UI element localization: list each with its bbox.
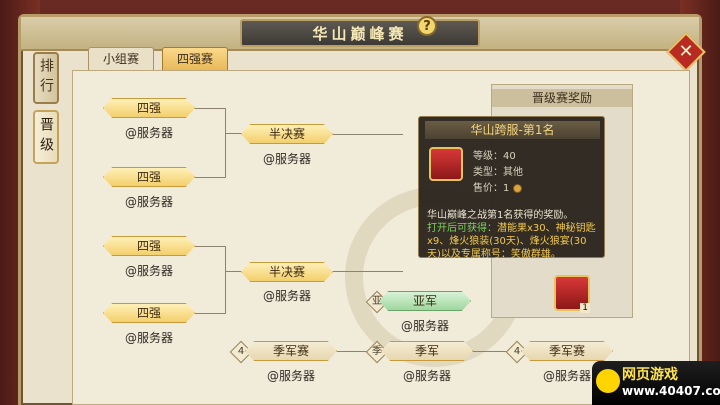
connector-line xyxy=(195,108,225,109)
connector-line xyxy=(225,246,226,314)
title-bar: 华山巅峰赛 xyxy=(21,17,699,51)
reward-chest-count: 1 xyxy=(580,303,590,313)
side-tab-ranking-label: 排行 xyxy=(38,58,54,98)
connector-line xyxy=(473,351,507,352)
connector-line xyxy=(333,134,403,135)
side-tab-promotion[interactable]: 晋级 xyxy=(33,110,59,164)
third-place-server: @服务器 xyxy=(402,369,451,383)
tab-bar: 小组赛 四强赛 xyxy=(88,47,229,71)
quarter-node-3[interactable]: 四强 xyxy=(103,236,195,256)
semi-node-2[interactable]: 半决赛 xyxy=(241,262,333,282)
quarter-server-3: @服务器 xyxy=(124,264,173,278)
reward-panel-title: 晋级赛奖励 xyxy=(492,89,632,107)
title-plate: 华山巅峰赛 xyxy=(240,19,480,47)
tooltip-type: 类型：其他 xyxy=(473,167,523,178)
logo-line2: www.40407.com xyxy=(622,384,720,398)
coin-icon xyxy=(512,183,522,193)
third-place-node[interactable]: 季军 xyxy=(381,341,473,361)
quarter-node-4[interactable]: 四强 xyxy=(103,303,195,323)
site-logo: 网页游戏 www.40407.com xyxy=(592,361,720,405)
tooltip-level: 等级：40 xyxy=(473,151,516,162)
side-tab-promotion-label: 晋级 xyxy=(38,117,54,157)
quarter-server-2: @服务器 xyxy=(124,195,173,209)
third-place-match-left[interactable]: 季军赛 xyxy=(245,341,337,361)
connector-line xyxy=(225,133,241,134)
item-tooltip: 华山跨服-第1名 等级：40 类型：其他 售价：1 华山巅峰之战第1名获得的奖励… xyxy=(418,116,605,260)
help-icon[interactable]: ? xyxy=(417,16,437,36)
logo-line1: 网页游戏 xyxy=(622,367,678,383)
side-tab-ranking[interactable]: 排行 xyxy=(33,52,59,104)
tooltip-title: 华山跨服-第1名 xyxy=(425,121,600,139)
connector-line xyxy=(225,271,241,272)
semi-server-1: @服务器 xyxy=(262,152,311,166)
tab-group-stage[interactable]: 小组赛 xyxy=(88,47,155,71)
third-place-match-left-server: @服务器 xyxy=(266,369,315,383)
runner-up-server: @服务器 xyxy=(400,319,449,333)
connector-line xyxy=(195,246,225,247)
runner-up-node[interactable]: 亚军 xyxy=(379,291,471,311)
reward-chest-icon[interactable]: 1 xyxy=(554,275,590,313)
quarter-server-4: @服务器 xyxy=(124,331,173,345)
quarter-server-1: @服务器 xyxy=(124,126,173,140)
window-title: 华山巅峰赛 xyxy=(312,24,408,43)
connector-line xyxy=(195,177,225,178)
quarter-node-1[interactable]: 四强 xyxy=(103,98,195,118)
tooltip-price: 售价：1 xyxy=(473,179,522,194)
close-icon: ✕ xyxy=(678,41,694,62)
tooltip-description: 华山巅峰之战第1名获得的奖励。 打开后可获得：潜能果x30、神秘钥匙x9、烽火狼… xyxy=(427,210,596,260)
third-place-match-right[interactable]: 季军赛 xyxy=(521,341,613,361)
connector-line xyxy=(333,271,403,272)
connector-line xyxy=(195,313,225,314)
tooltip-chest-icon xyxy=(429,147,463,181)
tab-top-four[interactable]: 四强赛 xyxy=(162,47,229,71)
quarter-node-2[interactable]: 四强 xyxy=(103,167,195,187)
semi-server-2: @服务器 xyxy=(262,289,311,303)
semi-node-1[interactable]: 半决赛 xyxy=(241,124,333,144)
logo-mascot-icon xyxy=(596,369,620,393)
connector-line xyxy=(225,108,226,178)
